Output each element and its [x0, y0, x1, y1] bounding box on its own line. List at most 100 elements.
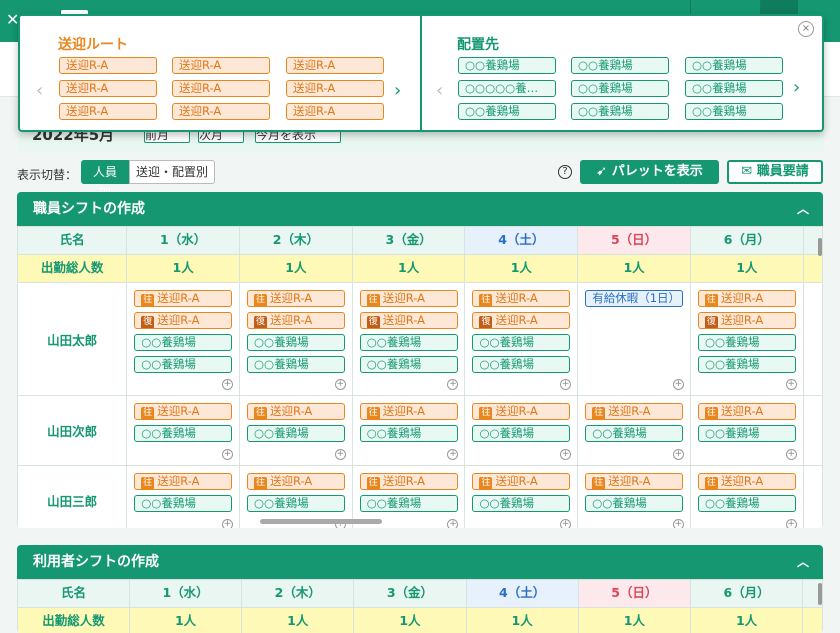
shift-cell[interactable]: 有給休暇（1日） +: [577, 282, 691, 396]
shift-cell[interactable]: 往送迎R-A ○○養鶏場 +: [464, 465, 579, 528]
place-chip[interactable]: ○○養鶏場: [571, 103, 669, 120]
route-chip[interactable]: 送迎R-A: [59, 57, 157, 74]
toggle-by-route[interactable]: 送迎・配置別: [129, 160, 215, 184]
add-shift-icon[interactable]: +: [560, 519, 572, 528]
route-go-chip[interactable]: 往送迎R-A: [472, 290, 571, 307]
route-go-chip[interactable]: 往送迎R-A: [697, 473, 796, 490]
place-chip[interactable]: ○○養鶏場: [247, 495, 345, 512]
route-next-arrow-icon[interactable]: ›: [394, 82, 401, 100]
shift-cell[interactable]: 往送迎R-A ○○養鶏場 +: [577, 465, 691, 528]
place-chip[interactable]: ○○養鶏場: [247, 425, 345, 442]
place-chip[interactable]: ○○養鶏場: [697, 425, 796, 442]
place-chip[interactable]: ○○養鶏場: [359, 356, 458, 373]
add-shift-icon[interactable]: +: [672, 519, 684, 528]
add-shift-icon[interactable]: +: [447, 449, 459, 460]
shift-cell[interactable]: 往送迎R-A ○○養鶏場 +: [126, 465, 240, 528]
route-chip[interactable]: 送迎R-A: [172, 80, 270, 97]
route-chip[interactable]: 送迎R-A: [172, 103, 270, 120]
add-shift-icon[interactable]: +: [222, 519, 233, 528]
horizontal-scrollbar[interactable]: [260, 519, 382, 524]
place-next-arrow-icon[interactable]: ›: [793, 79, 800, 97]
shift-cell[interactable]: 往送迎R-A ○○養鶏場 +: [239, 395, 353, 466]
place-chip[interactable]: ○○養鶏場: [697, 495, 796, 512]
collapse-icon[interactable]: ︿: [797, 545, 809, 579]
place-chip[interactable]: ○○養鶏場: [472, 356, 571, 373]
add-shift-icon[interactable]: +: [785, 449, 797, 460]
vertical-scrollbar[interactable]: [818, 238, 822, 256]
route-go-chip[interactable]: 往送迎R-A: [247, 403, 345, 420]
place-chip[interactable]: ○○養鶏場: [472, 495, 571, 512]
route-go-chip[interactable]: 往送迎R-A: [585, 473, 684, 490]
route-go-chip[interactable]: 往送迎R-A: [472, 403, 571, 420]
route-return-chip[interactable]: 復送迎R-A: [472, 312, 571, 329]
place-chip[interactable]: ○○養鶏場: [697, 334, 796, 351]
place-chip[interactable]: ○○養鶏場: [571, 80, 669, 97]
place-chip[interactable]: ○○養鶏場: [247, 356, 345, 373]
shift-cell[interactable]: 往送迎R-A ○○養鶏場 +: [464, 395, 579, 466]
route-return-chip[interactable]: 復送迎R-A: [359, 312, 458, 329]
add-shift-icon[interactable]: +: [672, 449, 684, 460]
add-shift-icon[interactable]: +: [222, 449, 233, 460]
add-shift-icon[interactable]: +: [785, 519, 797, 528]
shift-cell[interactable]: 往送迎R-A 復送迎R-A ○○養鶏場 ○○養鶏場 +: [464, 282, 579, 396]
shift-cell[interactable]: 往送迎R-A ○○養鶏場 +: [689, 395, 804, 466]
route-go-chip[interactable]: 往送迎R-A: [247, 473, 345, 490]
add-shift-icon[interactable]: +: [447, 379, 459, 390]
route-return-chip[interactable]: 復送迎R-A: [134, 312, 233, 329]
place-chip[interactable]: ○○養鶏場: [585, 425, 684, 442]
place-chip[interactable]: ○○養鶏場: [134, 495, 233, 512]
staff-shift-header[interactable]: 職員シフトの作成 ︿: [17, 192, 823, 226]
staff-name[interactable]: 山田太郎: [17, 282, 128, 396]
place-prev-arrow-icon[interactable]: ‹: [436, 82, 443, 100]
route-go-chip[interactable]: 往送迎R-A: [359, 403, 458, 420]
vertical-scrollbar[interactable]: [818, 583, 822, 605]
shift-cell[interactable]: 往送迎R-A 復送迎R-A ○○養鶏場 ○○養鶏場 +: [689, 282, 804, 396]
user-shift-header[interactable]: 利用者シフトの作成 ︿: [17, 545, 823, 579]
shift-cell[interactable]: 往送迎R-A 復送迎R-A ○○養鶏場 ○○養鶏場 +: [239, 282, 353, 396]
route-go-chip[interactable]: 往送迎R-A: [134, 290, 233, 307]
route-return-chip[interactable]: 復送迎R-A: [697, 312, 796, 329]
place-chip[interactable]: ○○養鶏場: [571, 57, 669, 74]
route-go-chip[interactable]: 往送迎R-A: [697, 290, 796, 307]
place-chip[interactable]: ○○養鶏場: [472, 425, 571, 442]
toggle-by-person[interactable]: 人員別: [81, 160, 129, 201]
staff-name[interactable]: 山田次郎: [17, 395, 128, 466]
place-chip[interactable]: ○○養鶏場: [697, 356, 796, 373]
place-chip[interactable]: ○○養鶏場: [359, 334, 458, 351]
route-chip[interactable]: 送迎R-A: [286, 103, 384, 120]
staff-name[interactable]: 山田三郎: [17, 465, 128, 528]
route-go-chip[interactable]: 往送迎R-A: [585, 403, 684, 420]
route-chip[interactable]: 送迎R-A: [286, 80, 384, 97]
add-shift-icon[interactable]: +: [222, 379, 233, 390]
shift-cell[interactable]: 往送迎R-A ○○養鶏場 +: [126, 395, 240, 466]
show-palette-button[interactable]: ➹ パレットを表示: [580, 160, 719, 184]
shift-cell[interactable]: 往送迎R-A ○○養鶏場 +: [577, 395, 691, 466]
route-return-chip[interactable]: 復送迎R-A: [247, 312, 345, 329]
shift-cell[interactable]: 往送迎R-A ○○養鶏場 +: [689, 465, 804, 528]
route-go-chip[interactable]: 往送迎R-A: [134, 403, 233, 420]
place-chip[interactable]: ○○養鶏場: [134, 356, 233, 373]
add-shift-icon[interactable]: +: [334, 379, 346, 390]
staff-request-button[interactable]: ✉ 職員要請: [727, 160, 823, 184]
place-chip[interactable]: ○○○○○養…: [458, 80, 556, 97]
help-icon[interactable]: ?: [558, 165, 572, 179]
place-chip[interactable]: ○○養鶏場: [359, 495, 458, 512]
close-palette-icon[interactable]: ×: [798, 21, 814, 37]
place-chip[interactable]: ○○養鶏場: [134, 334, 233, 351]
place-chip[interactable]: ○○養鶏場: [585, 495, 684, 512]
place-chip[interactable]: ○○養鶏場: [685, 57, 783, 74]
add-shift-icon[interactable]: +: [560, 449, 572, 460]
place-chip[interactable]: ○○養鶏場: [458, 57, 556, 74]
place-chip[interactable]: ○○養鶏場: [134, 425, 233, 442]
place-chip[interactable]: ○○養鶏場: [685, 103, 783, 120]
add-shift-icon[interactable]: +: [672, 379, 684, 390]
place-chip[interactable]: ○○養鶏場: [472, 334, 571, 351]
paid-leave-chip[interactable]: 有給休暇（1日）: [585, 290, 684, 307]
route-chip[interactable]: 送迎R-A: [59, 80, 157, 97]
add-shift-icon[interactable]: +: [334, 449, 346, 460]
route-go-chip[interactable]: 往送迎R-A: [359, 473, 458, 490]
collapse-icon[interactable]: ︿: [797, 192, 809, 226]
place-chip[interactable]: ○○養鶏場: [359, 425, 458, 442]
place-chip[interactable]: ○○養鶏場: [685, 80, 783, 97]
shift-cell[interactable]: 往送迎R-A ○○養鶏場 +: [351, 395, 466, 466]
